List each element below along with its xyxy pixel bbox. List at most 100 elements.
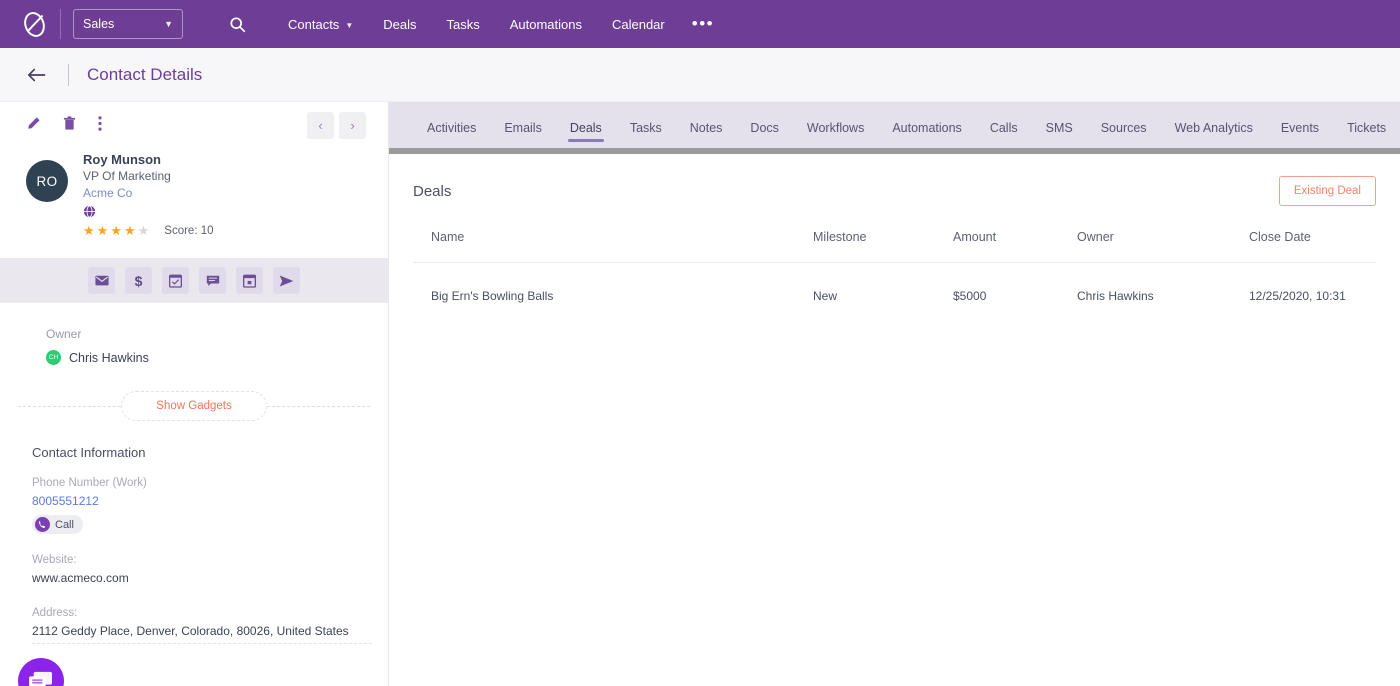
- deal-action-button[interactable]: $: [125, 267, 152, 294]
- arrow-left-icon: [27, 67, 47, 83]
- page-header: Contact Details: [0, 48, 1400, 102]
- nav-item-label: Deals: [383, 17, 416, 32]
- column-header-close-date[interactable]: Close Date: [1249, 230, 1376, 263]
- tabstrip-scrollbar[interactable]: [389, 148, 1400, 154]
- card-bottom-divider: [32, 643, 372, 644]
- calendar-icon: [243, 274, 256, 288]
- deals-panel: Deals Existing Deal Name Milestone Amoun…: [389, 154, 1400, 686]
- globe-icon[interactable]: [83, 205, 214, 218]
- tab-events[interactable]: Events: [1267, 121, 1333, 148]
- search-button[interactable]: [223, 10, 251, 38]
- workspace-select[interactable]: Sales ▼: [73, 9, 183, 39]
- chevron-down-icon: ▼: [345, 21, 353, 30]
- cell-amount: $5000: [953, 263, 1077, 304]
- contact-card-toolbar: ‹ ›: [0, 102, 388, 137]
- tab-web-analytics[interactable]: Web Analytics: [1161, 121, 1267, 148]
- app-logo-icon: [21, 11, 48, 38]
- column-header-milestone[interactable]: Milestone: [813, 230, 953, 263]
- nav-item-calendar[interactable]: Calendar: [597, 0, 680, 48]
- nav-item-label: Contacts: [288, 17, 339, 32]
- back-button[interactable]: [25, 63, 49, 87]
- phone-value[interactable]: 8005551212: [32, 492, 362, 510]
- event-action-button[interactable]: [236, 267, 263, 294]
- nav-item-tasks[interactable]: Tasks: [431, 0, 494, 48]
- tabstrip: Activities Emails Deals Tasks Notes Docs…: [389, 102, 1400, 148]
- website-value[interactable]: www.acmeco.com: [32, 569, 362, 587]
- star-icon: ★: [97, 223, 109, 239]
- column-header-amount[interactable]: Amount: [953, 230, 1077, 263]
- cell-owner: Chris Hawkins: [1077, 263, 1249, 304]
- tab-tasks[interactable]: Tasks: [616, 121, 676, 148]
- tab-emails[interactable]: Emails: [490, 121, 556, 148]
- tab-workflows[interactable]: Workflows: [793, 121, 878, 148]
- task-calendar-icon: [169, 274, 182, 288]
- record-pager: ‹ ›: [307, 112, 366, 139]
- nav-more-button[interactable]: •••: [680, 14, 726, 34]
- nav-item-label: Automations: [510, 17, 582, 32]
- contact-card: ‹ › RO Roy Munson VP Of Marketing Acme C…: [0, 102, 388, 640]
- tab-automations[interactable]: Automations: [878, 121, 975, 148]
- contact-role: VP Of Marketing: [83, 168, 214, 185]
- nav-item-label: Calendar: [612, 17, 665, 32]
- app-logo[interactable]: [10, 11, 58, 38]
- tab-notes[interactable]: Notes: [676, 121, 737, 148]
- owner-section: Owner CH Chris Hawkins: [0, 303, 388, 365]
- nav-item-contacts[interactable]: Contacts ▼: [273, 0, 368, 48]
- column-header-owner[interactable]: Owner: [1077, 230, 1249, 263]
- note-action-button[interactable]: [199, 267, 226, 294]
- note-icon: [206, 275, 220, 287]
- contact-name: Roy Munson: [83, 151, 214, 168]
- top-navigation-bar: Sales ▼ Contacts ▼ Deals Tasks Automatio…: [0, 0, 1400, 48]
- score-label: Score: 10: [164, 225, 213, 237]
- tab-deals[interactable]: Deals: [556, 121, 616, 148]
- quick-action-bar: $: [0, 258, 388, 303]
- nav-item-label: Tasks: [446, 17, 479, 32]
- pencil-icon[interactable]: [26, 116, 41, 131]
- owner-row[interactable]: CH Chris Hawkins: [46, 350, 362, 365]
- trash-icon[interactable]: [63, 116, 76, 131]
- cell-milestone: New: [813, 263, 953, 304]
- deals-table-body: Big Ern's Bowling Balls New $5000 Chris …: [413, 263, 1376, 304]
- phone-label: Phone Number (Work): [32, 474, 362, 492]
- task-action-button[interactable]: [162, 267, 189, 294]
- header-divider: [68, 64, 69, 86]
- tab-sources[interactable]: Sources: [1087, 121, 1161, 148]
- rating-stars[interactable]: ★ ★ ★ ★ ★ Score: 10: [83, 223, 214, 239]
- email-action-button[interactable]: [88, 267, 115, 294]
- star-icon: ★: [83, 223, 95, 239]
- tab-activities[interactable]: Activities: [413, 121, 490, 148]
- envelope-icon: [95, 275, 109, 286]
- avatar: RO: [26, 160, 68, 202]
- contact-card-panel: ‹ › RO Roy Munson VP Of Marketing Acme C…: [0, 102, 389, 686]
- next-record-button[interactable]: ›: [339, 112, 366, 139]
- detail-panel: Activities Emails Deals Tasks Notes Docs…: [389, 102, 1400, 686]
- star-icon-empty: ★: [138, 223, 150, 239]
- previous-record-button[interactable]: ‹: [307, 112, 334, 139]
- deals-panel-header: Deals Existing Deal: [413, 176, 1376, 206]
- more-vertical-icon[interactable]: [98, 116, 102, 131]
- nav-item-automations[interactable]: Automations: [495, 0, 597, 48]
- cell-deal-name[interactable]: Big Ern's Bowling Balls: [413, 263, 813, 304]
- contact-information-section: Contact Information Phone Number (Work) …: [0, 423, 388, 640]
- contact-company-link[interactable]: Acme Co: [83, 185, 214, 202]
- owner-name: Chris Hawkins: [69, 351, 149, 365]
- tab-tickets[interactable]: Tickets: [1333, 121, 1400, 148]
- chat-widget-button[interactable]: [18, 658, 64, 686]
- page-title: Contact Details: [87, 65, 202, 85]
- call-button[interactable]: Call: [32, 515, 83, 534]
- existing-deal-button[interactable]: Existing Deal: [1279, 176, 1376, 206]
- tab-calls[interactable]: Calls: [976, 121, 1032, 148]
- deals-section-title: Deals: [413, 183, 451, 200]
- tab-sms[interactable]: SMS: [1032, 121, 1087, 148]
- send-action-button[interactable]: [273, 267, 300, 294]
- dollar-icon: $: [135, 273, 143, 289]
- show-gadgets-button[interactable]: Show Gadgets: [121, 391, 266, 421]
- primary-nav-items: Contacts ▼ Deals Tasks Automations Calen…: [273, 0, 726, 48]
- nav-item-deals[interactable]: Deals: [368, 0, 431, 48]
- table-row[interactable]: Big Ern's Bowling Balls New $5000 Chris …: [413, 263, 1376, 304]
- column-header-name[interactable]: Name: [413, 230, 813, 263]
- address-label: Address:: [32, 604, 362, 622]
- contact-identity: RO Roy Munson VP Of Marketing Acme Co ★: [0, 137, 388, 239]
- tab-docs[interactable]: Docs: [736, 121, 792, 148]
- star-icon: ★: [110, 223, 122, 239]
